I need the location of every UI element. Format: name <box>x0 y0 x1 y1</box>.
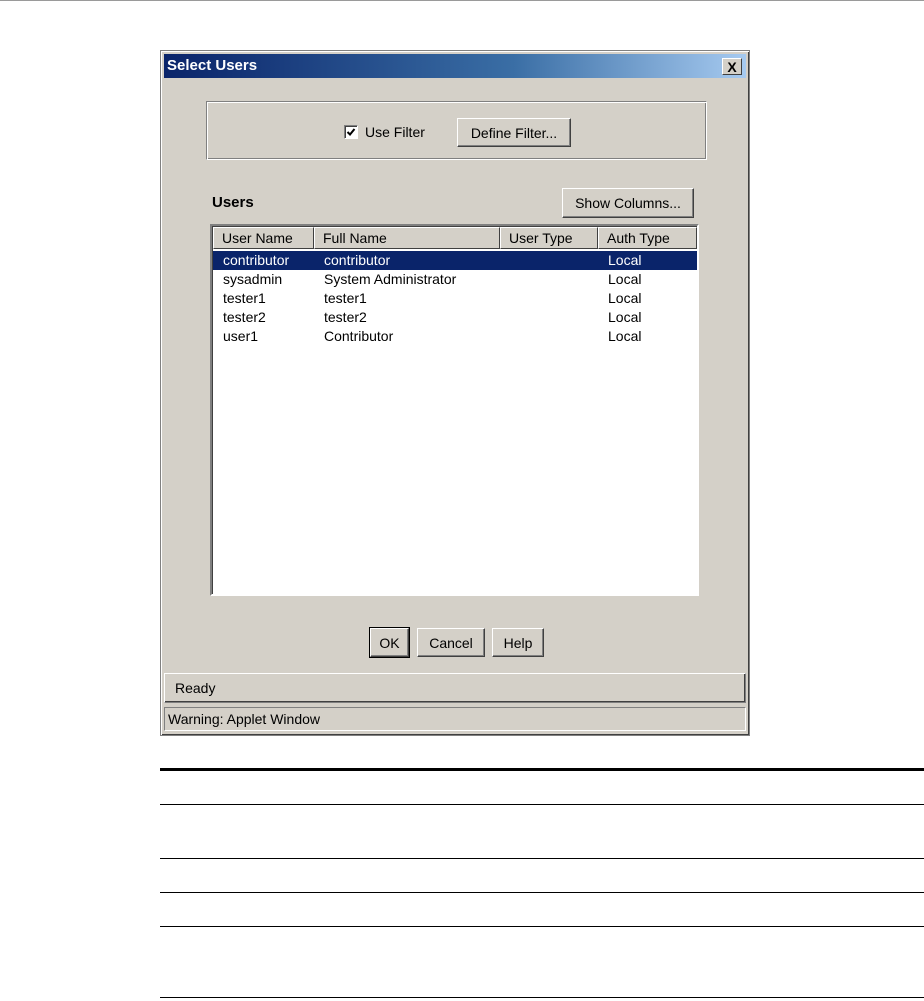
table-rule <box>160 892 924 893</box>
cell-full-name: contributor <box>324 252 391 268</box>
table-rule <box>160 804 924 805</box>
table-row[interactable]: user1 Contributor Local <box>213 327 697 346</box>
cell-user-name: contributor <box>223 252 290 268</box>
help-button[interactable]: Help <box>492 628 544 657</box>
table-rule <box>160 858 924 859</box>
table-top-rule <box>160 768 924 771</box>
cancel-button[interactable]: Cancel <box>417 628 485 657</box>
select-users-dialog: Select Users X Use Filter Define Filter.… <box>160 50 750 736</box>
column-header-full-name[interactable]: Full Name <box>314 227 500 249</box>
page-top-rule <box>0 0 924 1</box>
cell-user-type <box>500 308 598 327</box>
cell-user-name: tester2 <box>223 309 266 325</box>
use-filter-label[interactable]: Use Filter <box>365 124 425 140</box>
cell-user-type <box>500 251 598 270</box>
table-row[interactable]: sysadmin System Administrator Local <box>213 270 697 289</box>
close-button[interactable]: X <box>722 58 742 75</box>
cell-user-type <box>500 327 598 346</box>
table-row[interactable]: tester1 tester1 Local <box>213 289 697 308</box>
applet-warning: Warning: Applet Window <box>164 707 746 731</box>
table-row[interactable]: contributor contributor Local <box>213 251 697 270</box>
use-filter-control[interactable]: Use Filter <box>344 122 425 142</box>
cell-full-name: tester1 <box>324 290 367 306</box>
filter-group: Use Filter Define Filter... <box>206 101 707 160</box>
checkmark-icon <box>346 128 356 136</box>
cell-user-name: sysadmin <box>223 271 283 287</box>
users-table[interactable]: User Name Full Name User Type Auth Type … <box>210 224 699 596</box>
cell-user-type <box>500 270 598 289</box>
cell-full-name: Contributor <box>324 328 394 344</box>
column-header-user-type[interactable]: User Type <box>500 227 598 249</box>
dialog-titlebar[interactable]: Select Users X <box>164 54 746 78</box>
define-filter-button[interactable]: Define Filter... <box>457 118 571 147</box>
cell-full-name: System Administrator <box>324 271 457 287</box>
table-body: contributor contributor Local sysadmin S… <box>213 251 697 346</box>
table-rule <box>160 997 924 998</box>
cell-auth-type: Local <box>608 290 642 306</box>
cell-auth-type: Local <box>608 309 642 325</box>
cell-user-type <box>500 289 598 308</box>
close-icon: X <box>727 59 737 75</box>
users-heading: Users <box>212 194 254 211</box>
ok-button[interactable]: OK <box>369 627 410 658</box>
show-columns-button[interactable]: Show Columns... <box>562 188 694 218</box>
cell-user-name: user1 <box>223 328 259 344</box>
cell-auth-type: Local <box>608 252 642 268</box>
status-bar: Ready <box>164 673 746 703</box>
cell-auth-type: Local <box>608 328 642 344</box>
column-header-user-name[interactable]: User Name <box>213 227 314 249</box>
dialog-title: Select Users <box>167 57 258 74</box>
table-header: User Name Full Name User Type Auth Type <box>213 227 697 249</box>
cell-auth-type: Local <box>608 271 642 287</box>
cell-user-name: tester1 <box>223 290 266 306</box>
cell-full-name: tester2 <box>324 309 367 325</box>
table-row[interactable]: tester2 tester2 Local <box>213 308 697 327</box>
use-filter-checkbox[interactable] <box>344 125 358 139</box>
column-header-auth-type[interactable]: Auth Type <box>598 227 697 249</box>
table-rule <box>160 926 924 927</box>
